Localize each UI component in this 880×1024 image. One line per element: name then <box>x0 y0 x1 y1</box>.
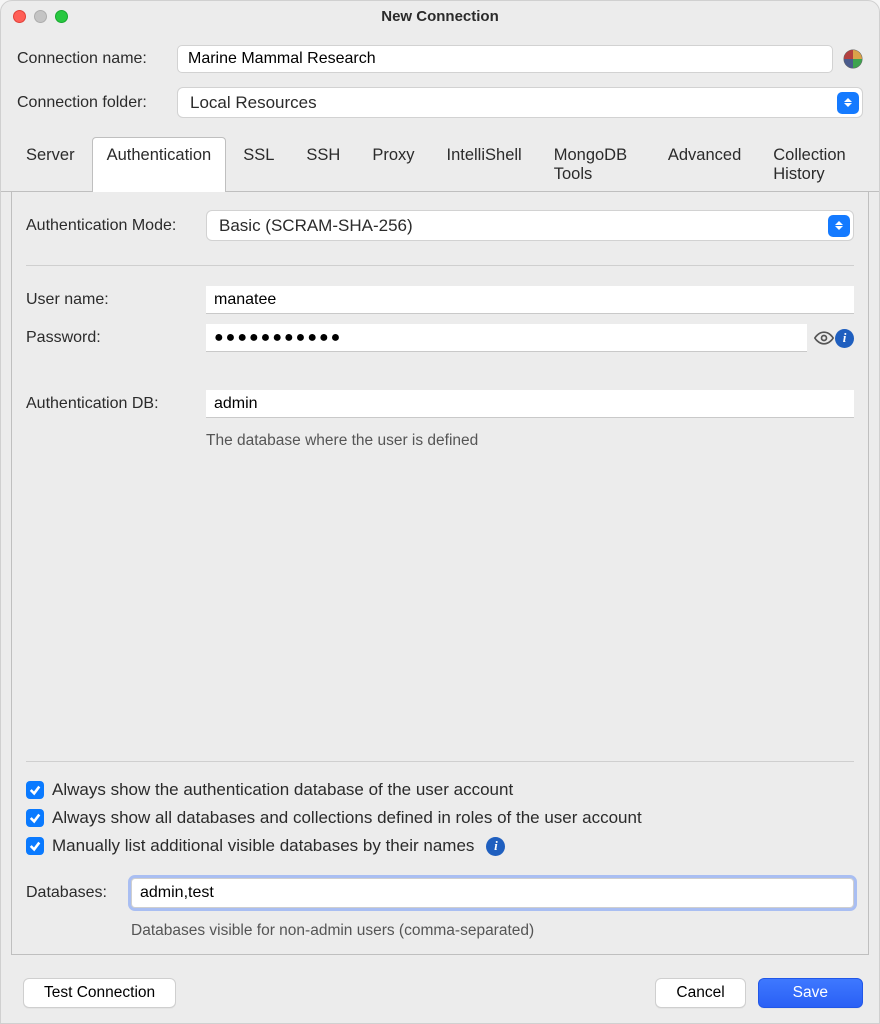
tab-authentication[interactable]: Authentication <box>92 137 227 192</box>
chevron-updown-icon <box>828 215 850 237</box>
connection-name-input[interactable] <box>177 45 833 73</box>
tabs-bar: Server Authentication SSL SSH Proxy Inte… <box>1 136 879 192</box>
tab-intellishell[interactable]: IntelliShell <box>432 137 537 192</box>
authdb-input[interactable] <box>206 390 854 418</box>
password-input[interactable] <box>206 324 807 352</box>
authdb-help: The database where the user is defined <box>206 428 854 450</box>
checkbox-show-authdb-label: Always show the authentication database … <box>52 780 513 800</box>
password-label: Password: <box>26 329 196 347</box>
authentication-panel: Authentication Mode: Basic (SCRAM-SHA-25… <box>11 192 869 955</box>
titlebar: New Connection <box>1 1 879 31</box>
color-tag-icon[interactable] <box>843 49 863 69</box>
connection-name-label: Connection name: <box>17 50 167 68</box>
test-connection-button[interactable]: Test Connection <box>23 978 176 1008</box>
connection-folder-value: Local Resources <box>190 93 317 113</box>
tab-ssl[interactable]: SSL <box>228 137 289 192</box>
auth-mode-value: Basic (SCRAM-SHA-256) <box>219 216 413 236</box>
checkbox-show-role-dbs-label: Always show all databases and collection… <box>52 808 642 828</box>
connection-folder-label: Connection folder: <box>17 94 167 112</box>
tab-server[interactable]: Server <box>11 137 90 192</box>
username-input[interactable] <box>206 286 854 314</box>
save-button[interactable]: Save <box>758 978 863 1008</box>
tab-mongodb-tools[interactable]: MongoDB Tools <box>539 137 651 192</box>
checkbox-show-role-dbs[interactable] <box>26 809 44 827</box>
databases-help: Databases visible for non-admin users (c… <box>131 922 854 940</box>
eye-icon[interactable] <box>813 327 835 349</box>
checkbox-manual-dbs[interactable] <box>26 837 44 855</box>
connection-folder-select[interactable]: Local Resources <box>177 87 863 118</box>
bottom-bar: Test Connection Cancel Save <box>1 967 879 1023</box>
info-icon[interactable]: i <box>835 329 854 348</box>
databases-input[interactable] <box>131 878 854 908</box>
cancel-button[interactable]: Cancel <box>655 978 745 1008</box>
divider <box>26 265 854 266</box>
new-connection-window: New Connection Connection name: Connecti… <box>0 0 880 1024</box>
databases-label: Databases: <box>26 884 121 902</box>
tab-ssh[interactable]: SSH <box>291 137 355 192</box>
tab-advanced[interactable]: Advanced <box>653 137 756 192</box>
window-title: New Connection <box>1 8 879 25</box>
auth-mode-select[interactable]: Basic (SCRAM-SHA-256) <box>206 210 854 241</box>
username-label: User name: <box>26 291 196 309</box>
tab-collection-history[interactable]: Collection History <box>758 137 879 192</box>
checkbox-show-authdb[interactable] <box>26 781 44 799</box>
connection-top-fields: Connection name: Connection folder: Loca… <box>1 31 879 128</box>
chevron-updown-icon <box>837 92 859 114</box>
authdb-label: Authentication DB: <box>26 395 196 413</box>
auth-mode-label: Authentication Mode: <box>26 217 196 235</box>
info-icon[interactable]: i <box>486 837 505 856</box>
tab-proxy[interactable]: Proxy <box>357 137 429 192</box>
checkbox-manual-dbs-label: Manually list additional visible databas… <box>52 836 474 856</box>
visibility-options: Always show the authentication database … <box>26 761 854 940</box>
